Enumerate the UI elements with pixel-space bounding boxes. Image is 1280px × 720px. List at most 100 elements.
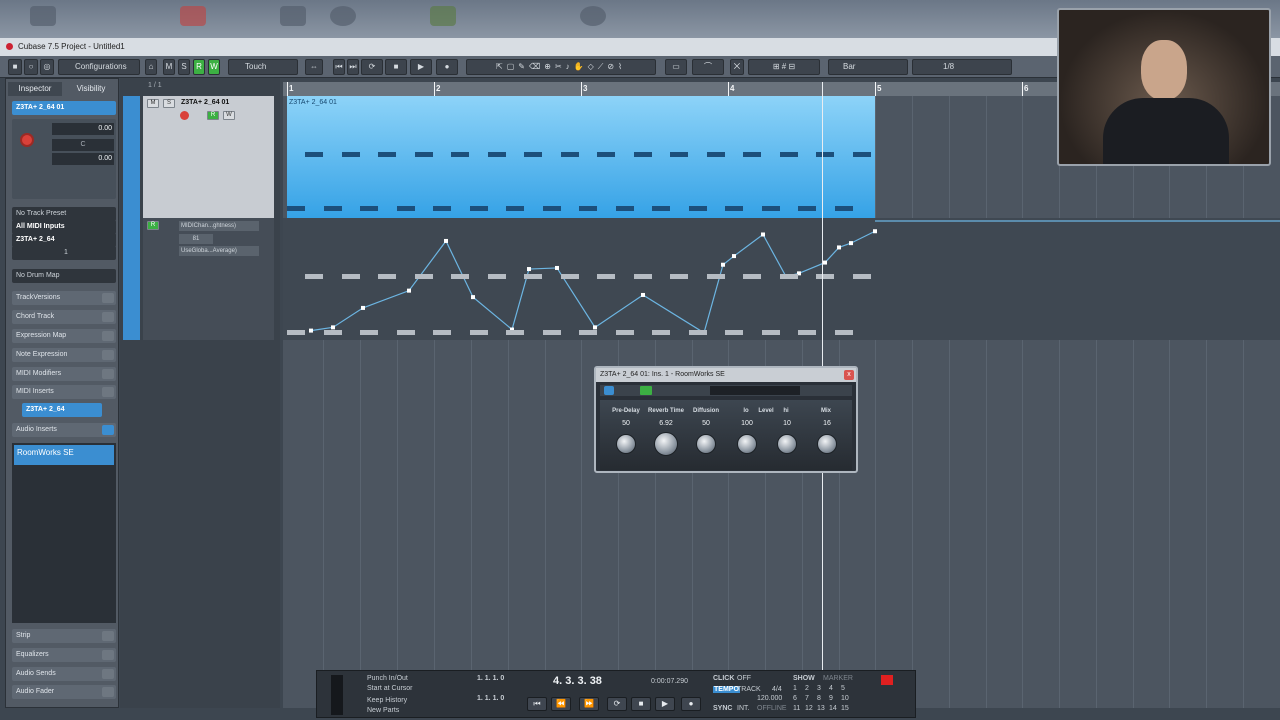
automation-lane[interactable] (283, 218, 1280, 340)
section-audio-fader[interactable]: Audio Fader (12, 685, 116, 699)
stop-icon[interactable]: ■ (631, 697, 651, 711)
midi-note[interactable] (779, 152, 798, 157)
midi-note[interactable] (706, 152, 725, 157)
cycle-icon[interactable]: ⟳ (361, 59, 383, 75)
write-automation-button[interactable]: W (223, 111, 235, 120)
marker-button[interactable]: 9 (829, 695, 833, 702)
automation-point[interactable] (761, 232, 765, 237)
diffusion-knob[interactable] (696, 434, 716, 454)
play-icon[interactable]: ▶ (655, 697, 675, 711)
automation-point[interactable] (823, 260, 827, 265)
tab-inspector[interactable]: Inspector (8, 82, 62, 96)
midi-note[interactable] (852, 152, 871, 157)
configurations-dropdown[interactable]: Configurations (58, 59, 140, 75)
marker-button[interactable]: 5 (841, 685, 845, 692)
midi-note[interactable] (414, 152, 433, 157)
midi-input-field[interactable]: All MIDI Inputs (12, 220, 116, 234)
plugin-title[interactable]: Z3TA+ 2_64 01: Ins. 1 - RoomWorks SE (596, 368, 856, 382)
midi-note[interactable] (542, 206, 561, 211)
midi-channel-field[interactable]: 1 (12, 246, 116, 260)
marker-button[interactable]: 13 (817, 705, 825, 712)
marker-button[interactable]: 11 (793, 705, 800, 712)
midi-note[interactable] (615, 206, 634, 211)
midi-note[interactable] (761, 206, 780, 211)
automation-point[interactable] (361, 305, 365, 310)
section-trackversions[interactable]: TrackVersions (12, 291, 116, 305)
tempo-label[interactable]: TEMPO (713, 686, 740, 693)
go-to-end-icon[interactable]: ⏭ (347, 59, 359, 75)
automation-point[interactable] (641, 292, 645, 297)
track-color-strip[interactable] (123, 96, 140, 340)
marker-button[interactable]: 6 (793, 695, 797, 702)
marker-button[interactable]: 4 (829, 685, 833, 692)
section-note-expression[interactable]: Note Expression (12, 348, 116, 362)
fast-forward-icon[interactable]: ⏩ (579, 697, 599, 711)
play-icon[interactable]: ▶ (410, 59, 432, 75)
hi-level-knob[interactable] (777, 434, 797, 454)
midi-note[interactable] (579, 206, 597, 211)
go-to-start-icon[interactable]: ⏮ (333, 59, 345, 75)
marker-button[interactable]: 14 (829, 705, 837, 712)
constrain-delay-button[interactable]: ○ (24, 59, 38, 75)
midi-note[interactable] (670, 152, 688, 157)
media-bay-button[interactable]: ◎ (40, 59, 54, 75)
global-write-button[interactable]: W (208, 59, 220, 75)
midi-note[interactable] (524, 152, 542, 157)
transpose-value[interactable]: 0.00 (52, 153, 114, 165)
midi-note[interactable] (323, 206, 342, 211)
preset-field[interactable] (710, 386, 800, 395)
midi-note[interactable] (798, 206, 816, 211)
new-parts-label[interactable]: New Parts (367, 707, 399, 714)
lane-parameter-dropdown[interactable]: MIDIChan...ghtness) (179, 221, 259, 231)
quantize-preset-dropdown[interactable]: 1/8 (912, 59, 1012, 75)
inspector-track-name[interactable]: Z3TA+ 2_64 01 (12, 101, 116, 115)
automation-lane-header[interactable]: R MIDIChan...ghtness) 81 UseGloba...Aver… (143, 218, 274, 340)
marker-button[interactable]: 10 (841, 695, 849, 702)
time-signature[interactable]: 4/4 (772, 686, 782, 693)
midi-note[interactable] (305, 152, 323, 157)
sync-mode[interactable]: INT. (737, 705, 749, 712)
rewind-icon[interactable]: ⏪ (551, 697, 571, 711)
click-label[interactable]: CLICK (713, 675, 734, 682)
autoscroll-icon[interactable]: ⇔ (305, 59, 323, 75)
automation-point[interactable] (797, 271, 801, 276)
instrument-slot[interactable]: Z3TA+ 2_64 (22, 403, 102, 417)
midi-note[interactable] (725, 206, 743, 211)
snap-mode-button[interactable]: ⌒ (692, 59, 724, 75)
go-to-start-icon[interactable]: ⏮ (527, 697, 547, 711)
automation-point[interactable] (721, 262, 725, 267)
lo-level-knob[interactable] (737, 434, 757, 454)
automation-mode-dropdown[interactable]: Touch (228, 59, 298, 75)
automation-point[interactable] (732, 254, 736, 259)
pan-value[interactable]: C (52, 139, 114, 151)
section-expression-map[interactable]: Expression Map (12, 329, 116, 343)
tempo-mode[interactable]: TRACK (737, 686, 761, 693)
grid-type-dropdown[interactable]: Bar (828, 59, 908, 75)
midi-note[interactable] (360, 206, 378, 211)
midi-note[interactable] (834, 206, 853, 211)
midi-note[interactable] (816, 152, 834, 157)
automation-point[interactable] (331, 325, 335, 330)
automation-point[interactable] (849, 241, 853, 246)
global-mute-button[interactable]: M (163, 59, 175, 75)
mute-button[interactable]: M (147, 99, 159, 108)
automation-point[interactable] (527, 267, 531, 272)
lane-mode-dropdown[interactable]: UseGloba...Average) (179, 246, 259, 256)
lock-icon[interactable]: ⌂ (145, 59, 157, 75)
automation-point[interactable] (837, 245, 841, 250)
color-palette-icon[interactable]: ▭ (665, 59, 687, 75)
record-enable-icon[interactable] (180, 111, 189, 120)
read-automation-button[interactable] (640, 386, 652, 395)
track-preset-field[interactable]: No Track Preset (12, 207, 116, 221)
automation-point[interactable] (555, 265, 559, 270)
reverb-time-knob[interactable] (654, 432, 678, 456)
automation-curve[interactable] (283, 218, 1280, 340)
sync-label[interactable]: SYNC (713, 705, 732, 712)
automation-point[interactable] (309, 328, 313, 333)
position-musical[interactable]: 4. 3. 3. 38 (553, 675, 602, 687)
automation-point[interactable] (444, 238, 448, 243)
section-equalizers[interactable]: Equalizers (12, 648, 116, 662)
marker-button[interactable]: 1 (793, 685, 797, 692)
lane-value-field[interactable]: 81 (179, 234, 213, 244)
activate-project-button[interactable]: ■ (8, 59, 22, 75)
